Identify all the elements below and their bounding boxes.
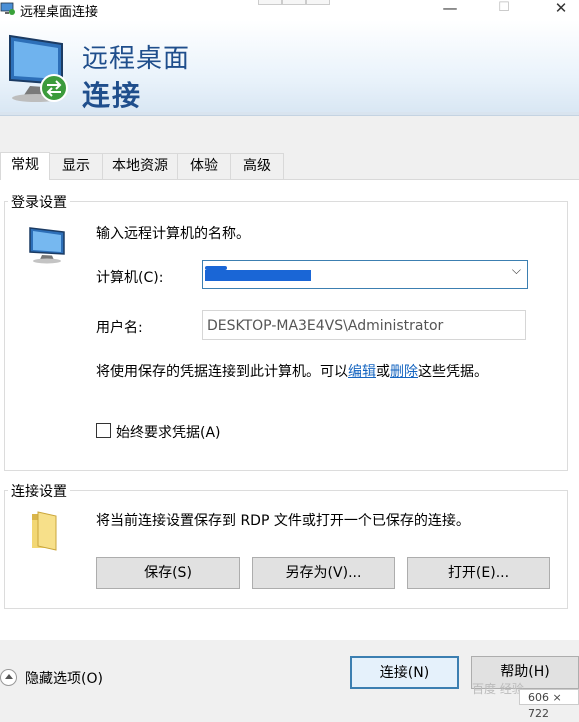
tab-panel-general: 登录设置 输入远程计算机的名称。 计算机(C): ⌵ 用户名: DESKTOP-… (0, 179, 579, 640)
credentials-or-text: 或 (376, 364, 390, 380)
tab-local-resources[interactable]: 本地资源 (102, 153, 178, 179)
computer-connection-icon (9, 34, 68, 102)
tab-experience[interactable]: 体验 (177, 153, 231, 179)
minimize-button[interactable]: — (430, 0, 470, 19)
edit-credentials-link[interactable]: 编辑 (348, 364, 376, 380)
connection-settings-title: 连接设置 (8, 481, 70, 501)
banner-title-line1: 远程桌面 (82, 44, 191, 74)
background-window-edge (258, 0, 330, 5)
watermark: 百度 经验 (472, 682, 524, 696)
delete-credentials-link[interactable]: 删除 (390, 364, 418, 380)
title-bar: 远程桌面连接 — ☐ ✕ (0, 0, 579, 20)
credentials-note-tail: 这些凭据。 (418, 364, 488, 380)
monitor-icon (29, 227, 65, 264)
connection-description: 将当前连接设置保存到 RDP 文件或打开一个已保存的连接。 (96, 513, 470, 529)
tab-advanced[interactable]: 高级 (230, 153, 284, 179)
computer-label: 计算机(C): (96, 270, 164, 286)
credentials-note-text: 将使用保存的凭据连接到此计算机。可以 (96, 364, 348, 380)
tab-display[interactable]: 显示 (49, 153, 103, 179)
open-button[interactable]: 打开(E)... (407, 557, 550, 589)
always-ask-credentials-label[interactable]: 始终要求凭据(A) (116, 422, 221, 442)
username-label: 用户名: (96, 320, 143, 336)
connect-button[interactable]: 连接(N) (350, 656, 459, 689)
save-as-button[interactable]: 另存为(V)... (252, 557, 395, 589)
username-field: DESKTOP-MA3E4VS\Administrator (202, 310, 526, 340)
banner-divider (0, 112, 579, 116)
computer-combobox[interactable]: ⌵ (202, 260, 528, 289)
tab-general[interactable]: 常规 (0, 152, 50, 180)
credentials-note: 将使用保存的凭据连接到此计算机。可以编辑或删除这些凭据。 (96, 361, 488, 381)
chevron-down-icon[interactable]: ⌵ (512, 263, 521, 278)
redacted-selection (205, 270, 311, 281)
banner-title-line2: 连接 (82, 79, 143, 112)
window-title: 远程桌面连接 (20, 5, 99, 20)
header-banner: 远程桌面 连接 (0, 20, 579, 115)
folder-icon (32, 511, 57, 551)
remote-desktop-app-icon (0, 2, 15, 15)
computer-name-prompt: 输入远程计算机的名称。 (96, 226, 250, 242)
connection-settings-group (4, 490, 568, 609)
close-button[interactable]: ✕ (541, 0, 579, 19)
maximize-button[interactable]: ☐ (484, 0, 524, 20)
hide-options-label[interactable]: 隐藏选项(O) (25, 668, 103, 688)
size-badge: 606 × 722 (519, 689, 579, 720)
hide-options-icon[interactable] (0, 669, 17, 686)
save-button[interactable]: 保存(S) (96, 557, 240, 589)
always-ask-credentials-checkbox[interactable] (96, 423, 111, 438)
login-settings-title: 登录设置 (8, 192, 70, 212)
